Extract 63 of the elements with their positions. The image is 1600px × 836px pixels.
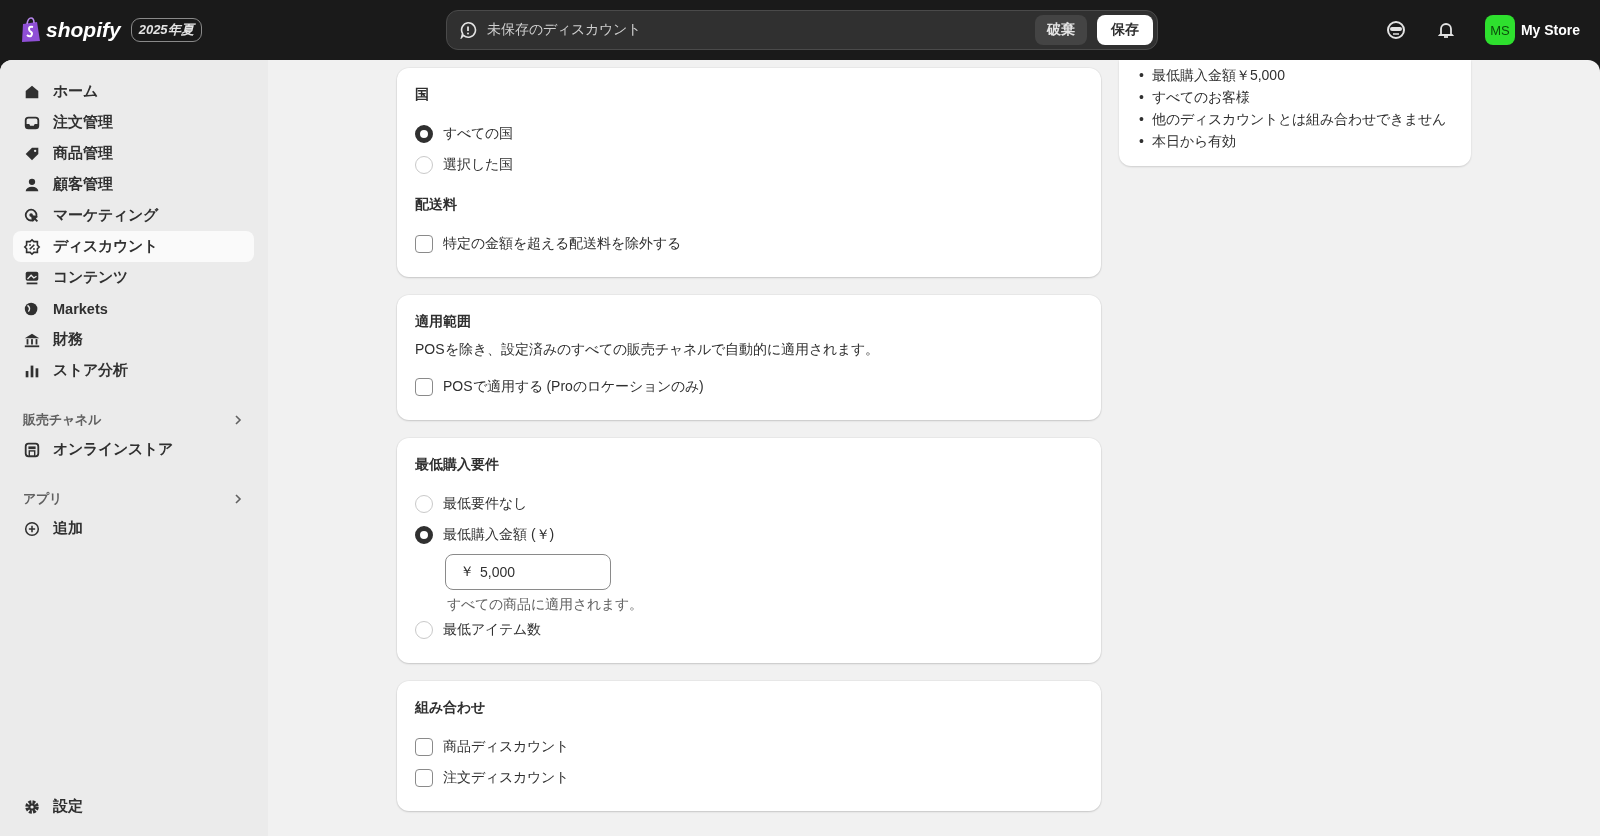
option-label: 選択した国 xyxy=(443,155,513,174)
unsaved-message: 未保存のディスカウント xyxy=(486,21,642,39)
summary-item: 本日から有効 xyxy=(1151,132,1236,151)
sidebar-item[interactable]: マーケティング xyxy=(13,200,254,231)
checkbox[interactable] xyxy=(415,377,433,396)
bullet: • xyxy=(1139,110,1144,129)
sidebar-item[interactable]: 顧客管理 xyxy=(13,169,254,200)
discount-icon xyxy=(23,237,41,256)
card-heading: 適用範囲 xyxy=(415,313,472,331)
radio-button[interactable] xyxy=(415,525,433,544)
sidebar-item[interactable]: ストア分析 xyxy=(13,355,254,386)
sidebar-item[interactable]: ホーム xyxy=(13,76,254,107)
sidebar-item[interactable]: ディスカウント xyxy=(13,231,254,262)
section-heading[interactable]: 販売チャネル xyxy=(23,411,101,429)
radio-button[interactable] xyxy=(415,124,433,143)
sidebar-item[interactable]: Markets xyxy=(13,293,254,324)
card-description: POSを除き、設定済みのすべての販売チャネルで自動的に適用されます。 xyxy=(415,341,880,359)
logo-wordmark[interactable]: shopify xyxy=(46,18,121,42)
chevron-right-icon[interactable] xyxy=(232,493,244,505)
checkbox[interactable] xyxy=(415,737,433,756)
card-heading: 配送料 xyxy=(415,196,458,214)
card-heading: 国 xyxy=(415,86,430,104)
sidebar-item[interactable]: 注文管理 xyxy=(13,107,254,138)
option-label: 注文ディスカウント xyxy=(443,768,569,787)
option-label: 特定の金額を超える配送料を除外する xyxy=(443,234,681,253)
bullet: • xyxy=(1139,88,1144,107)
summary-item: すべてのお客様 xyxy=(1151,88,1250,107)
currency-prefix: ￥ xyxy=(460,563,474,581)
store-icon xyxy=(23,440,41,459)
sidebar-item[interactable]: 商品管理 xyxy=(13,138,254,169)
alert-icon xyxy=(458,21,477,39)
sidekick-icon[interactable] xyxy=(1384,19,1407,41)
sidebar-item[interactable]: 財務 xyxy=(13,324,254,355)
option-label: 最低要件なし xyxy=(443,494,527,513)
option-label: 最低アイテム数 xyxy=(443,620,541,639)
sidebar-item[interactable]: 追加 xyxy=(13,513,254,544)
store-name[interactable]: My Store xyxy=(1520,22,1580,38)
chevron-right-icon[interactable] xyxy=(232,414,244,426)
summary-item: 最低購入金額￥5,000 xyxy=(1151,66,1285,85)
settings-icon xyxy=(23,797,41,816)
shopping-bag-logo-icon xyxy=(20,17,42,43)
help-text: すべての商品に適用されます。 xyxy=(447,596,644,614)
option-label: POSで適用する (Proのロケーションのみ) xyxy=(443,377,704,396)
edition-badge: 2025年夏 xyxy=(130,18,202,42)
discard-button[interactable]: 破棄 xyxy=(1034,15,1087,45)
section-heading[interactable]: アプリ xyxy=(23,490,62,508)
bullet: • xyxy=(1139,132,1144,151)
sidebar-item[interactable]: オンラインストア xyxy=(13,434,254,465)
summary-item: 他のディスカウントとは組み合わせできません xyxy=(1151,110,1446,129)
sidebar-item[interactable]: コンテンツ xyxy=(13,262,254,293)
bullet: • xyxy=(1139,66,1144,85)
store-avatar[interactable]: MS xyxy=(1484,15,1515,45)
card-heading: 最低購入要件 xyxy=(415,456,500,474)
card-heading: 組み合わせ xyxy=(415,699,486,717)
save-button[interactable]: 保存 xyxy=(1096,15,1153,45)
checkbox[interactable] xyxy=(415,768,433,787)
checkbox[interactable] xyxy=(415,234,433,253)
option-label: すべての国 xyxy=(443,124,513,143)
option-label: 商品ディスカウント xyxy=(443,737,569,756)
target-icon xyxy=(23,206,41,225)
plus-circle-icon xyxy=(23,519,41,538)
option-label: 最低購入金額 (￥) xyxy=(443,525,555,544)
settings-item[interactable]: 設定 xyxy=(13,791,254,822)
